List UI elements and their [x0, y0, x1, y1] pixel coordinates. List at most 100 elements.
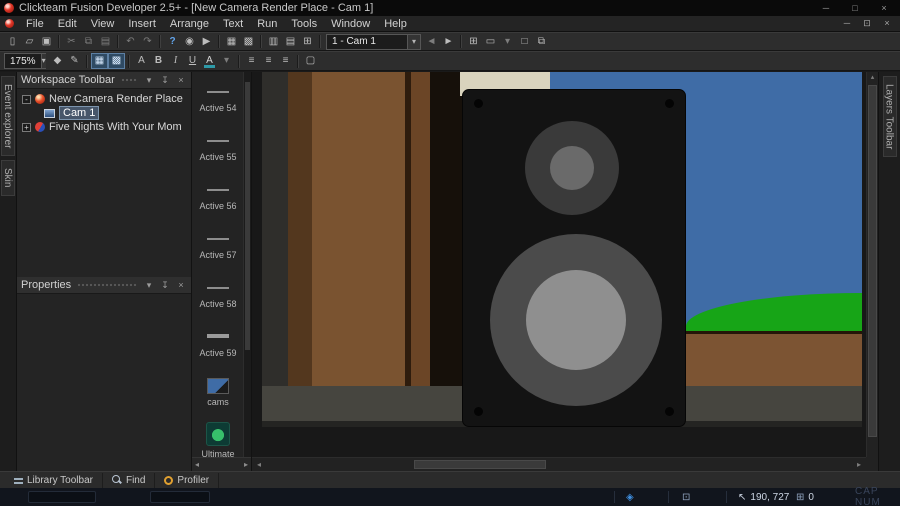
scroll-right-icon[interactable] [852, 460, 866, 469]
grid-snap-icon[interactable]: ▩ [108, 53, 125, 69]
redo-icon[interactable]: ↷ [139, 34, 156, 50]
chevron-down-icon[interactable]: ▾ [407, 34, 420, 49]
copy-icon[interactable]: ⧉ [80, 34, 97, 50]
align-left-icon[interactable]: ≡ [243, 53, 260, 69]
italic-icon[interactable]: I [167, 53, 184, 69]
list-item[interactable]: Active 57 [192, 214, 244, 263]
new-file-icon[interactable]: ▯ [4, 34, 21, 50]
panel-grip[interactable] [77, 282, 137, 288]
next-frame-icon[interactable]: ► [440, 34, 457, 50]
frame-selector[interactable]: 1 - Cam 1 ▾ [326, 33, 421, 50]
bold-icon[interactable]: B [150, 53, 167, 69]
grid-show-icon[interactable]: ▦ [91, 53, 108, 69]
pin-icon[interactable]: ↧ [159, 280, 171, 291]
panel-grip[interactable] [120, 77, 137, 83]
storyboard-editor-icon[interactable]: ▦ [223, 34, 240, 50]
object-list-hscrollbar[interactable] [192, 457, 251, 471]
zoom-select-icon[interactable]: ▭ [482, 34, 499, 50]
list-item[interactable]: Active 58 [192, 263, 244, 312]
menu-view[interactable]: View [84, 18, 122, 30]
maximize-button[interactable]: □ [843, 1, 867, 15]
scrollbar-thumb[interactable] [868, 85, 877, 437]
menu-insert[interactable]: Insert [121, 18, 163, 30]
canvas-horizontal-scrollbar[interactable] [252, 457, 866, 471]
undo-icon[interactable]: ↶ [122, 34, 139, 50]
canvas-vertical-scrollbar[interactable] [866, 72, 878, 457]
chevron-down-icon[interactable]: ▾ [40, 54, 46, 68]
tree-row[interactable]: + Five Nights With Your Mom [17, 120, 191, 134]
run-application-icon[interactable]: ◉ [181, 34, 198, 50]
underline-icon[interactable]: U [184, 53, 201, 69]
menu-arrange[interactable]: Arrange [163, 18, 216, 30]
screen-clones-icon[interactable]: ⧉ [533, 34, 550, 50]
list-item[interactable]: Active 56 [192, 165, 244, 214]
open-folder-icon[interactable]: ▱ [21, 34, 38, 50]
save-icon[interactable]: ▣ [38, 34, 55, 50]
tab-profiler[interactable]: Profiler [155, 472, 220, 488]
draw-tool-icon[interactable]: ✎ [66, 53, 83, 69]
list-item[interactable]: Active 55 [192, 116, 244, 165]
mdi-restore-button[interactable]: ⊡ [857, 18, 877, 29]
tab-layers-toolbar[interactable]: Layers Toolbar [882, 76, 897, 158]
event-list-editor-icon[interactable]: ▤ [282, 34, 299, 50]
panel-menu-icon[interactable]: ▾ [143, 280, 155, 291]
expander-icon[interactable]: + [22, 122, 31, 132]
frame-editor-canvas[interactable] [252, 72, 878, 471]
list-item[interactable]: Active 59 [192, 312, 244, 361]
scrollbar-track[interactable] [266, 458, 852, 471]
menu-tools[interactable]: Tools [284, 18, 324, 30]
tab-find[interactable]: Find [103, 472, 156, 488]
menu-text[interactable]: Text [216, 18, 250, 30]
frame-editor-icon[interactable]: ▩ [240, 34, 257, 50]
list-item[interactable]: Active 54 [192, 72, 244, 116]
align-center-icon[interactable]: ≡ [260, 53, 277, 69]
menu-help[interactable]: Help [377, 18, 414, 30]
scrollbar-thumb[interactable] [245, 82, 250, 350]
scroll-right-icon[interactable] [244, 460, 248, 469]
previous-frame-icon[interactable]: ◄ [423, 34, 440, 50]
menu-edit[interactable]: Edit [51, 18, 84, 30]
speaker-object[interactable] [462, 89, 686, 427]
panel-close-icon[interactable]: × [175, 75, 187, 85]
run-frame-icon[interactable]: ▶ [198, 34, 215, 50]
scroll-up-icon[interactable] [867, 72, 878, 84]
list-item[interactable]: cams [192, 361, 244, 410]
pin-icon[interactable]: ↧ [159, 75, 171, 86]
tab-event-explorer[interactable]: Event explorer [1, 76, 15, 157]
menu-run[interactable]: Run [250, 18, 284, 30]
scrollbar-thumb[interactable] [414, 460, 546, 469]
tree-item-label-selected[interactable]: Cam 1 [59, 106, 100, 120]
cut-icon[interactable]: ✂ [63, 34, 80, 50]
mdi-minimize-button[interactable]: ─ [837, 18, 857, 29]
menu-window[interactable]: Window [324, 18, 377, 30]
grid-options-icon[interactable]: ⊞ [465, 34, 482, 50]
tree-item-label[interactable]: New Camera Render Place [49, 93, 183, 105]
paste-icon[interactable]: ▤ [97, 34, 114, 50]
scene-view[interactable] [262, 72, 862, 427]
close-button[interactable]: × [872, 1, 896, 15]
font-color-icon[interactable]: A [201, 53, 218, 69]
tab-skin[interactable]: Skin [1, 160, 15, 196]
tree-row[interactable]: Cam 1 [17, 106, 191, 120]
minimize-button[interactable]: ─ [814, 1, 838, 15]
frame-area-icon[interactable]: □ [516, 34, 533, 50]
expander-icon[interactable]: - [22, 94, 31, 104]
event-editor-icon[interactable]: ▥ [265, 34, 282, 50]
font-icon[interactable]: A [133, 53, 150, 69]
object-list-scrollbar[interactable] [243, 72, 251, 457]
font-color-menu-icon[interactable]: ▾ [218, 53, 235, 69]
panel-menu-icon[interactable]: ▾ [143, 75, 155, 86]
tab-library-toolbar[interactable]: Library Toolbar [5, 472, 103, 488]
zoom-selector[interactable]: 175% ▾ [4, 53, 46, 69]
object-tool-icon[interactable]: ◆ [49, 53, 66, 69]
mdi-close-button[interactable]: × [877, 18, 897, 29]
scroll-left-icon[interactable] [252, 460, 266, 469]
align-right-icon[interactable]: ≡ [277, 53, 294, 69]
scroll-left-icon[interactable] [195, 460, 199, 469]
menu-file[interactable]: File [19, 18, 51, 30]
help-icon[interactable]: ? [164, 34, 181, 50]
panel-close-icon[interactable]: × [175, 280, 187, 290]
data-elements-icon[interactable]: ⊞ [299, 34, 316, 50]
transparent-mode-icon[interactable]: ▢ [302, 53, 319, 69]
zoom-menu-icon[interactable]: ▾ [499, 34, 516, 50]
